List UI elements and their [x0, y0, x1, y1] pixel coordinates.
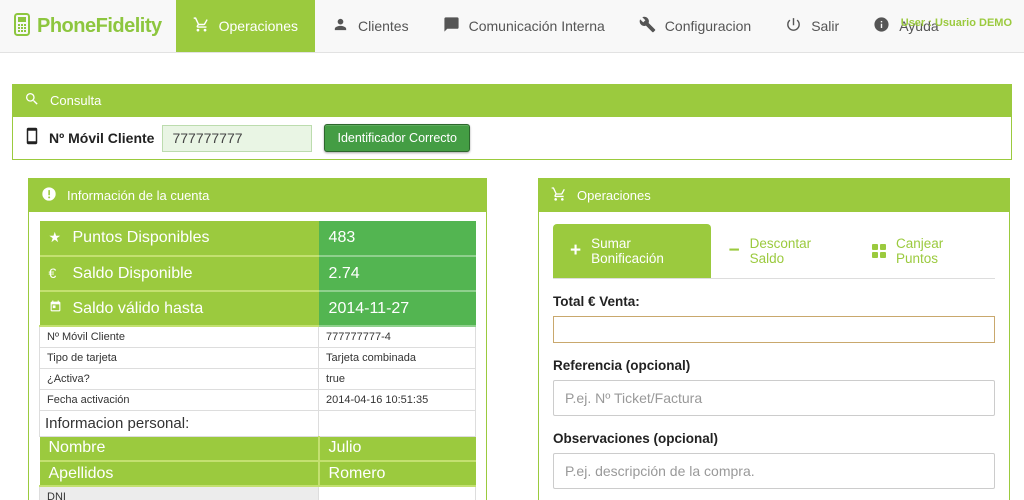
tab-sumar-bonificacion[interactable]: + Sumar Bonificación [553, 224, 712, 278]
row-label: Puntos Disponibles [72, 229, 210, 246]
plus-icon: + [570, 240, 582, 261]
nav-item-salir[interactable]: Salir [768, 0, 856, 52]
row-label: ¿Activa? [38, 367, 320, 390]
operations-title: Operaciones [577, 188, 651, 203]
nav-item-label: Configuracion [664, 18, 752, 34]
row-label: Apellidos [39, 461, 319, 487]
mobile-phone-icon [23, 127, 49, 150]
account-info-header: Información de la cuenta [29, 179, 486, 212]
app-title: PhoneFidelity [37, 14, 162, 37]
observaciones-label: Observaciones (opcional) [553, 431, 719, 446]
nav-item-configuracion[interactable]: Configuracion [622, 0, 768, 52]
consulta-panel: Consulta Nº Móvil Cliente Identificador … [12, 84, 1012, 160]
row-value: 777777777-4 [318, 325, 476, 348]
cart-icon [551, 186, 567, 205]
nav-item-label: Clientes [358, 18, 409, 34]
movil-cliente-label: Nº Móvil Cliente [49, 130, 155, 146]
table-row-apellidos: Apellidos Romero [39, 461, 476, 487]
euro-icon: € [48, 264, 57, 281]
row-value: Romero [317, 461, 476, 487]
tab-label: Sumar Bonificación [591, 236, 664, 266]
top-navbar: PhoneFidelity Operaciones Clientes Comun… [0, 0, 1024, 53]
alert-circle-icon [41, 186, 57, 205]
section-label: Informacion personal: [38, 409, 320, 437]
operations-header: Operaciones [539, 179, 1009, 212]
total-venta-label: Total € Venta: [553, 294, 640, 309]
row-value: Julio [317, 436, 476, 462]
consulta-title: Consulta [50, 93, 102, 108]
table-row-nombre: Nombre Julio [39, 436, 476, 462]
phone-logo-icon [10, 11, 34, 42]
identificador-correcto-button[interactable]: Identificador Correcto [324, 124, 470, 152]
row-value: 2.74 [318, 256, 476, 292]
nav-item-label: Comunicación Interna [468, 18, 605, 34]
row-value [318, 485, 476, 500]
tab-descontar-saldo[interactable]: − Descontar Saldo [711, 224, 855, 278]
row-label: DNI [38, 485, 320, 500]
row-value: Tarjeta combinada [318, 346, 476, 369]
table-row-movil: Nº Móvil Cliente 777777777-4 [38, 325, 476, 348]
main-content: Información de la cuenta ★ Puntos Disponi… [0, 160, 1024, 500]
operations-panel: Operaciones + Sumar Bonificación − Desco… [538, 178, 1010, 500]
consulta-body: Nº Móvil Cliente Identificador Correcto [12, 117, 1012, 160]
main-nav: Operaciones Clientes Comunicación Intern… [175, 0, 956, 52]
person-icon [332, 16, 349, 36]
nav-item-label: Operaciones [218, 18, 299, 34]
account-info-panel: Información de la cuenta ★ Puntos Disponi… [28, 178, 487, 500]
nav-item-operaciones[interactable]: Operaciones [175, 0, 316, 52]
row-label: Nombre [39, 436, 319, 462]
table-row-puntos: ★ Puntos Disponibles 483 [39, 221, 476, 257]
operations-tabs: + Sumar Bonificación − Descontar Saldo C… [553, 224, 995, 279]
table-row-tipo-tarjeta: Tipo de tarjeta Tarjeta combinada [38, 346, 476, 369]
app-logo[interactable]: PhoneFidelity [0, 0, 176, 52]
tab-label: Canjear Puntos [895, 236, 944, 266]
calendar-icon [49, 300, 73, 316]
movil-cliente-input[interactable] [162, 124, 313, 152]
row-label: Saldo válido hasta [72, 299, 204, 317]
table-row-dni: DNI [38, 485, 476, 500]
row-label: Tipo de tarjeta [38, 346, 320, 369]
table-row-saldo-valido: Saldo válido hasta 2014-11-27 [39, 291, 476, 327]
info-circle-icon [873, 16, 890, 36]
minus-icon: − [728, 240, 740, 261]
row-value: 483 [318, 221, 476, 257]
nav-item-comunicacion-interna[interactable]: Comunicación Interna [426, 0, 622, 52]
cart-icon [193, 16, 210, 36]
row-label: Nº Móvil Cliente [38, 325, 320, 348]
total-venta-input[interactable] [553, 316, 995, 343]
table-row-fecha-activacion: Fecha activación 2014-04-16 10:51:35 [38, 388, 476, 411]
row-value: 2014-04-16 10:51:35 [318, 388, 476, 411]
referencia-label: Referencia (opcional) [553, 358, 691, 373]
table-row-activa: ¿Activa? true [38, 367, 476, 390]
account-table: ★ Puntos Disponibles 483 € Saldo Disponibl… [38, 221, 476, 500]
consulta-header: Consulta [12, 84, 1012, 117]
search-icon [24, 91, 40, 110]
power-icon [785, 16, 802, 36]
observaciones-input[interactable] [553, 453, 995, 489]
referencia-input[interactable] [553, 380, 995, 416]
table-row-saldo: € Saldo Disponible 2.74 [39, 256, 476, 292]
account-info-title: Información de la cuenta [67, 188, 210, 203]
chat-icon [443, 16, 460, 36]
row-value: true [318, 367, 476, 390]
row-label: Saldo Disponible [72, 264, 193, 282]
wrench-icon [639, 16, 656, 36]
grid-icon [871, 244, 886, 258]
tab-label: Descontar Saldo [749, 236, 812, 266]
star-icon: ★ [48, 229, 62, 245]
row-value: 2014-11-27 [318, 291, 476, 327]
tab-canjear-puntos[interactable]: Canjear Puntos [855, 224, 995, 278]
nav-item-clientes[interactable]: Clientes [315, 0, 426, 52]
row-label: Fecha activación [38, 388, 320, 411]
nav-item-label: Salir [811, 18, 840, 34]
user-label: User : Usuario DEMO [900, 17, 1012, 29]
table-row-informacion-personal: Informacion personal: [38, 409, 476, 437]
